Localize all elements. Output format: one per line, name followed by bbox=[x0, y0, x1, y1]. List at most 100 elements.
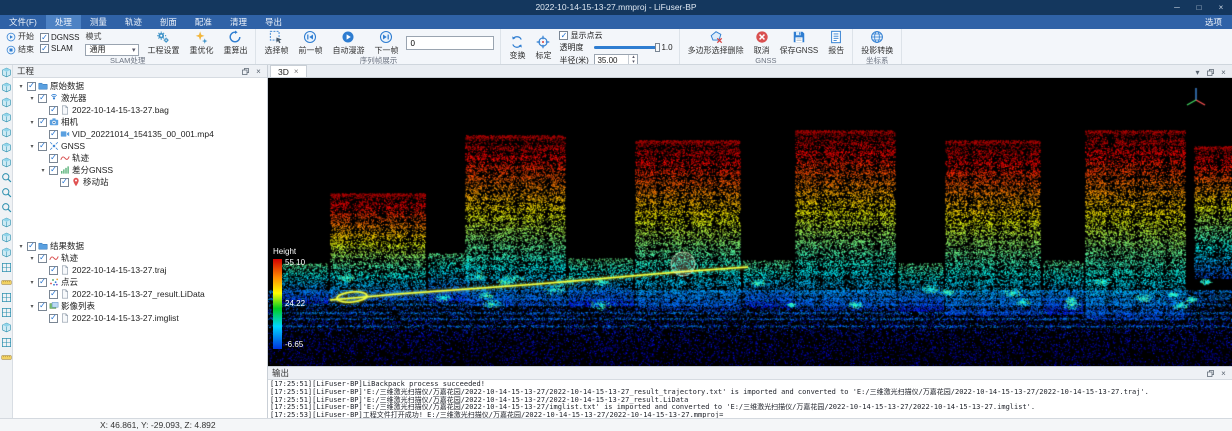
point-cloud-canvas[interactable] bbox=[268, 78, 1232, 366]
view-front-icon[interactable] bbox=[1, 142, 12, 153]
view-iso-icon[interactable] bbox=[1, 67, 12, 78]
maximize-button-icon[interactable]: □ bbox=[1188, 0, 1210, 15]
tree-node[interactable]: ▾✓相机 bbox=[15, 116, 267, 128]
tree-node[interactable]: ▾✓结果数据 bbox=[15, 240, 267, 252]
menu-item-5[interactable]: 配准 bbox=[186, 15, 221, 29]
mode-dropdown[interactable]: 通用▾ bbox=[85, 44, 139, 56]
view-bottom-icon[interactable] bbox=[1, 97, 12, 108]
float-output-icon[interactable] bbox=[1206, 369, 1215, 378]
expander-icon[interactable]: ▾ bbox=[28, 119, 36, 126]
checkbox-icon[interactable]: ✓ bbox=[38, 94, 47, 103]
expander-icon[interactable]: ▾ bbox=[28, 303, 36, 310]
expander-icon[interactable]: ▾ bbox=[17, 83, 25, 90]
checkbox-icon[interactable]: ✓ bbox=[40, 33, 49, 42]
float-view-icon[interactable] bbox=[1206, 68, 1215, 77]
tree-node[interactable]: ▾✓差分GNSS bbox=[15, 164, 267, 176]
checkbox-icon[interactable]: ✓ bbox=[60, 178, 69, 187]
zoom-extent-icon[interactable] bbox=[1, 172, 12, 183]
tree-node[interactable]: ▾✓激光器 bbox=[15, 92, 267, 104]
calibrate-button[interactable]: 标定 bbox=[533, 35, 553, 61]
prev-frame-button[interactable]: 前一帧 bbox=[296, 30, 324, 56]
tree-node[interactable]: ✓VID_20221014_154135_00_001.mp4 bbox=[15, 128, 267, 140]
tab-3d[interactable]: 3D × bbox=[270, 65, 307, 77]
cross-selection-icon[interactable] bbox=[1, 262, 12, 273]
project-settings-button[interactable]: 工程设置 bbox=[145, 30, 181, 56]
checkbox-icon[interactable]: ✓ bbox=[40, 44, 49, 53]
checkbox-icon[interactable]: ✓ bbox=[49, 130, 58, 139]
tree-node[interactable]: ✓2022-10-14-15-13-27.traj bbox=[15, 264, 267, 276]
cancel-button[interactable]: 取消 bbox=[752, 30, 772, 56]
close-output-icon[interactable]: × bbox=[1219, 369, 1228, 378]
project-tree[interactable]: ▾✓原始数据▾✓激光器✓2022-10-14-15-13-27.bag▾✓相机✓… bbox=[13, 78, 267, 418]
checkbox-icon[interactable]: ✓ bbox=[38, 302, 47, 311]
slam-checkbox[interactable]: ✓SLAM bbox=[40, 44, 79, 53]
close-button-icon[interactable]: × bbox=[1210, 0, 1232, 15]
tab-list-icon[interactable]: ▾ bbox=[1193, 68, 1202, 77]
view-back-icon[interactable] bbox=[1, 157, 12, 168]
tree-node[interactable]: ✓移动站 bbox=[15, 176, 267, 188]
recompute-button[interactable]: 重算出 bbox=[221, 30, 249, 56]
capture-icon[interactable] bbox=[1, 322, 12, 333]
view-right-icon[interactable] bbox=[1, 127, 12, 138]
tree-node[interactable]: ✓2022-10-14-15-13-27.bag bbox=[15, 104, 267, 116]
ruler-icon[interactable] bbox=[1, 352, 12, 363]
tree-node[interactable]: ▾✓影像列表 bbox=[15, 300, 267, 312]
tree-node[interactable]: ▾✓点云 bbox=[15, 276, 267, 288]
checkbox-icon[interactable]: ✓ bbox=[27, 242, 36, 251]
polygon-select-delete-button[interactable]: 多边形选择删除 bbox=[686, 30, 746, 56]
checkbox-icon[interactable]: ✓ bbox=[49, 314, 58, 323]
menu-item-3[interactable]: 轨迹 bbox=[116, 15, 151, 29]
auto-roam-button[interactable]: 自动漫游 bbox=[330, 30, 366, 56]
output-log[interactable]: [17:25:51][LiFuser-BP]LiBackpack process… bbox=[268, 380, 1232, 418]
start-button[interactable]: 开始 bbox=[6, 31, 34, 42]
select-point-icon[interactable] bbox=[1, 247, 12, 258]
checkbox-icon[interactable]: ✓ bbox=[49, 106, 58, 115]
menu-item-7[interactable]: 导出 bbox=[256, 15, 291, 29]
next-frame-button[interactable]: 下一帧 bbox=[372, 30, 400, 56]
expander-icon[interactable]: ▾ bbox=[28, 95, 36, 102]
stop-button[interactable]: 结束 bbox=[6, 44, 34, 55]
view-top-icon[interactable] bbox=[1, 82, 12, 93]
menu-item-6[interactable]: 清理 bbox=[221, 15, 256, 29]
checkbox-icon[interactable]: ✓ bbox=[38, 118, 47, 127]
checkbox-icon[interactable]: ✓ bbox=[49, 166, 58, 175]
rotate-icon[interactable] bbox=[1, 232, 12, 243]
transform-button[interactable]: 变换 bbox=[507, 35, 527, 61]
select-frame-button[interactable]: 选择帧 bbox=[262, 30, 290, 56]
tab-close-icon[interactable]: × bbox=[294, 67, 299, 76]
checkbox-icon[interactable]: ✓ bbox=[38, 278, 47, 287]
radius-spinner[interactable]: 半径(米)35.00▴▾ bbox=[559, 54, 638, 65]
float-panel-icon[interactable] bbox=[241, 67, 250, 76]
view-left-icon[interactable] bbox=[1, 112, 12, 123]
expander-icon[interactable]: ▾ bbox=[28, 279, 36, 286]
expander-icon[interactable]: ▾ bbox=[28, 255, 36, 262]
pan-icon[interactable] bbox=[1, 217, 12, 228]
save-gnss-button[interactable]: 保存GNSS bbox=[778, 30, 821, 56]
menu-item-2[interactable]: 测量 bbox=[81, 15, 116, 29]
measure-distance-icon[interactable] bbox=[1, 277, 12, 288]
expander-icon[interactable]: ▾ bbox=[17, 243, 25, 250]
spin-field[interactable]: 35.00▴▾ bbox=[594, 54, 638, 65]
close-panel-icon[interactable]: × bbox=[254, 67, 263, 76]
checkbox-icon[interactable]: ✓ bbox=[49, 154, 58, 163]
close-view-icon[interactable]: × bbox=[1219, 68, 1228, 77]
zoom-out-icon[interactable] bbox=[1, 202, 12, 213]
checkbox-icon[interactable]: ✓ bbox=[559, 31, 568, 40]
show-pointcloud-checkbox[interactable]: ✓显示点云 bbox=[559, 30, 602, 41]
reoptimize-button[interactable]: 重优化 bbox=[187, 30, 215, 56]
viewport-3d[interactable]: Height 55.10 24.22 -6.65 bbox=[268, 78, 1232, 366]
checkbox-icon[interactable]: ✓ bbox=[27, 82, 36, 91]
tree-node[interactable]: ▾✓原始数据 bbox=[15, 80, 267, 92]
minimize-button-icon[interactable]: ─ bbox=[1166, 0, 1188, 15]
checkbox-icon[interactable]: ✓ bbox=[49, 266, 58, 275]
checkbox-icon[interactable]: ✓ bbox=[38, 142, 47, 151]
tree-node[interactable]: ✓2022-10-14-15-13-27_result.LiData bbox=[15, 288, 267, 300]
fullscreen-icon[interactable] bbox=[1, 337, 12, 348]
tree-node[interactable]: ✓轨迹 bbox=[15, 152, 267, 164]
expander-icon[interactable]: ▾ bbox=[28, 143, 36, 150]
tree-node[interactable]: ▾✓GNSS bbox=[15, 140, 267, 152]
frame-index-input[interactable] bbox=[406, 36, 494, 50]
dgnss-checkbox[interactable]: ✓DGNSS bbox=[40, 33, 79, 42]
transparency-slider[interactable]: 透明度1.0 bbox=[559, 42, 672, 53]
profile-icon[interactable] bbox=[1, 292, 12, 303]
